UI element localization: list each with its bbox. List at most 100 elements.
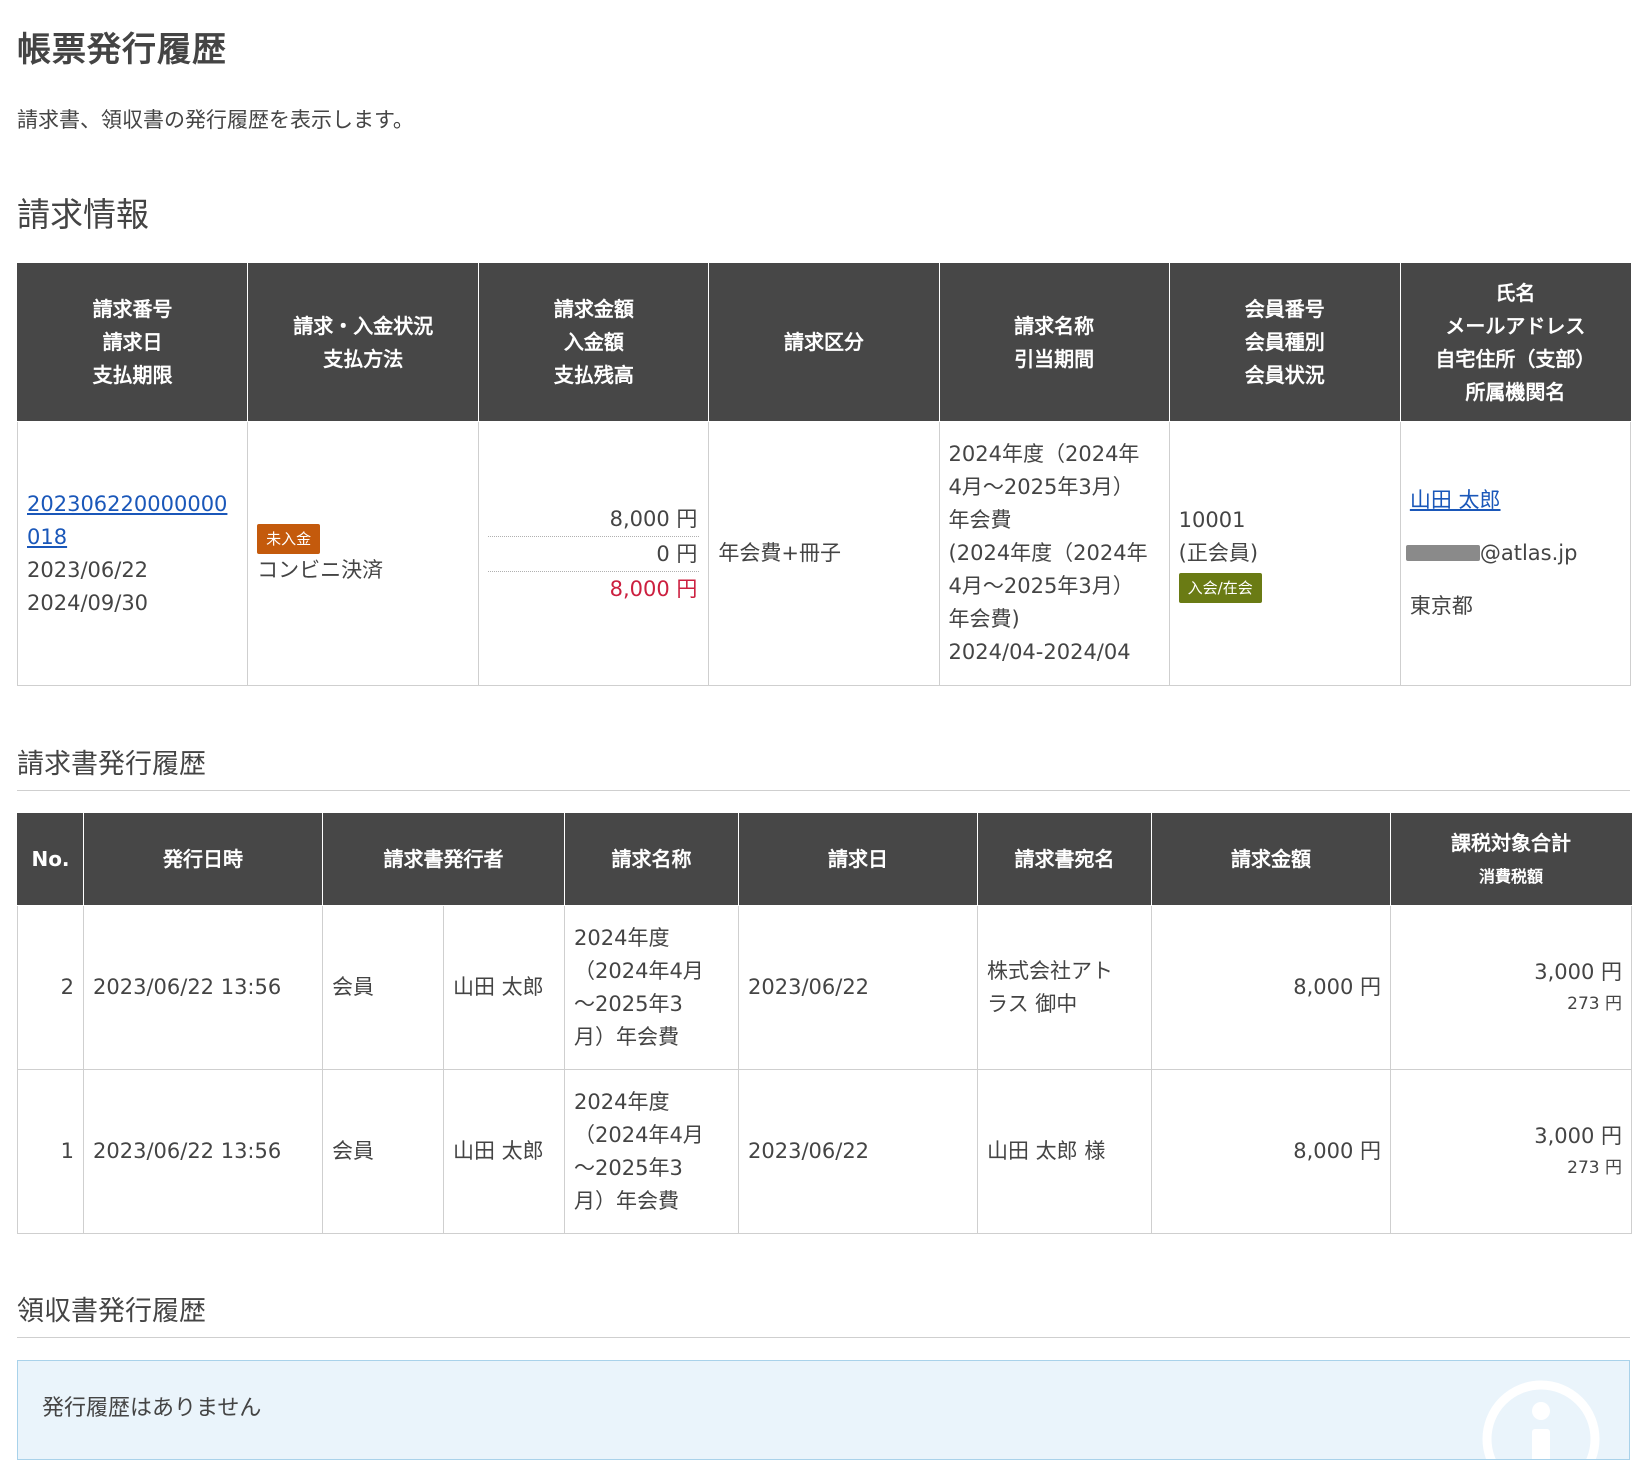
issuer-type: 会員	[322, 905, 444, 1070]
invoice-history-table: No. 発行日時 請求書発行者 請求名称 請求日 請求書宛名 請求金額 課税対象…	[17, 813, 1632, 1234]
member-number: 10001	[1178, 508, 1246, 532]
billing-row: 202306220000000 018 2023/06/22 2024/09/3…	[16, 421, 1632, 686]
allocation-period: 2024/04-2024/04	[948, 640, 1131, 664]
billing-name-cell: 2024年度（2024年 4月～2025年3月） 年会費 (2024年度（202…	[938, 421, 1170, 686]
header-line: 支払期限	[92, 363, 173, 387]
addressee-line: 山田 太郎 様	[987, 1139, 1106, 1163]
unpaid-status-badge: 未入金	[257, 523, 321, 554]
receipt-empty-message: 発行履歴はありません	[42, 1396, 262, 1421]
payment-method: コンビニ決済	[257, 557, 384, 582]
header-billing-name: 請求名称	[564, 813, 739, 906]
invoice-date: 2023/06/22	[27, 557, 149, 582]
billing-name-line: （2024年4月	[574, 958, 704, 983]
paid-amount: 0 円	[488, 537, 700, 572]
amounts-cell: 8,000 円 0 円 8,000 円	[478, 421, 710, 686]
issued-at: 2023/06/22 13:56	[83, 905, 323, 1070]
billing-date: 2023/06/22	[738, 905, 978, 1070]
billing-name-line: ～2025年3	[574, 1155, 683, 1180]
addressee: 株式会社アト ラス 御中	[977, 905, 1152, 1070]
person-name-link[interactable]: 山田 太郎	[1410, 488, 1501, 512]
billing-name-line: ～2025年3	[574, 991, 683, 1016]
addressee-line: ラス 御中	[987, 991, 1078, 1016]
issued-at: 2023/06/22 13:56	[83, 1069, 323, 1234]
header-line: 引当期間	[1014, 346, 1095, 371]
billing-name-line: 年会費	[948, 508, 1012, 532]
header-line: 支払残高	[553, 363, 634, 387]
header-line: メールアドレス	[1445, 313, 1586, 338]
billing-name-line: 4月～2025年3月）	[948, 574, 1134, 598]
header-billing-date: 請求日	[738, 813, 978, 906]
invoice-number-cell: 202306220000000 018 2023/06/22 2024/09/3…	[16, 421, 249, 686]
billing-name-line: 月）年会費	[574, 1188, 679, 1213]
header-line: 請求番号	[92, 297, 173, 321]
tax-cell: 3,000 円 273 円	[1390, 1069, 1632, 1234]
issuer-name: 山田 太郎	[443, 905, 565, 1070]
header-amounts: 請求金額 入金額 支払残高	[478, 263, 710, 422]
receipt-empty-alert: 発行履歴はありません	[17, 1360, 1630, 1460]
billing-name: 2024年度 （2024年4月 ～2025年3 月）年会費	[564, 905, 739, 1070]
billing-info-table: 請求番号 請求日 支払期限 請求・入金状況 支払方法 請求金額 入金額 支払残高…	[16, 263, 1632, 686]
billing-name-line: 2024年度	[574, 1089, 670, 1114]
header-line: 自宅住所（支部）	[1435, 346, 1596, 371]
info-icon	[1482, 1380, 1600, 1459]
billing-date: 2023/06/22	[738, 1069, 978, 1234]
taxable-total: 3,000 円	[1534, 960, 1622, 984]
member-status-badge: 入会/在会	[1178, 573, 1262, 603]
invoice-number-part: 018	[27, 524, 68, 549]
invoice-history-header-row: No. 発行日時 請求書発行者 請求名称 請求日 請求書宛名 請求金額 課税対象…	[17, 813, 1632, 906]
member-cell: 10001 (正会員) 入会/在会	[1168, 421, 1401, 686]
table-row: 1 2023/06/22 13:56 会員 山田 太郎 2024年度 （2024…	[17, 1069, 1632, 1234]
page-title: 帳票発行履歴	[17, 30, 227, 70]
invoice-number-link[interactable]: 202306220000000 018	[27, 492, 227, 549]
header-line: 氏名	[1495, 280, 1536, 305]
billing-category: 年会費+冊子	[718, 541, 842, 565]
header-amount: 請求金額	[1151, 813, 1391, 906]
header-invoice-number: 請求番号 請求日 支払期限	[16, 263, 249, 422]
header-addressee: 請求書宛名	[977, 813, 1152, 906]
header-line: 会員種別	[1244, 330, 1325, 354]
billing-name-line: 2024年度	[574, 925, 670, 950]
billing-name-line: (2024年度（2024年	[948, 541, 1148, 565]
issuer-name: 山田 太郎	[443, 1069, 565, 1234]
tax-amount: 273 円	[1567, 1158, 1622, 1178]
header-tax-amount: 消費税額	[1478, 866, 1543, 886]
header-line: 請求日	[102, 330, 163, 354]
tax-cell: 3,000 円 273 円	[1390, 905, 1632, 1070]
header-issuer: 請求書発行者	[322, 813, 565, 906]
invoice-number-part: 202306220000000	[27, 491, 228, 516]
billing-name-line: （2024年4月	[574, 1122, 704, 1147]
home-address: 東京都	[1409, 594, 1473, 618]
billing-name-line: 年会費)	[948, 607, 1020, 631]
issuer-type: 会員	[322, 1069, 444, 1234]
billed-amount: 8,000 円	[488, 502, 700, 537]
header-issued-at: 発行日時	[83, 813, 323, 906]
addressee-line: 株式会社アト	[987, 958, 1113, 983]
invoice-history-section-title: 請求書発行履歴	[17, 742, 1630, 791]
email-domain: @atlas.jp	[1479, 541, 1578, 565]
header-line: 入金額	[563, 330, 624, 354]
header-no: No.	[17, 813, 84, 906]
header-category: 請求区分	[708, 263, 940, 422]
row-no: 1	[17, 1069, 84, 1234]
redacted-email-mask	[1405, 545, 1480, 561]
header-line: 請求金額	[553, 297, 634, 321]
taxable-total: 3,000 円	[1534, 1124, 1622, 1148]
header-line: 所属機関名	[1465, 379, 1566, 404]
billing-name-line: 月）年会費	[574, 1024, 679, 1049]
balance-amount: 8,000 円	[609, 576, 698, 601]
invoice-amount: 8,000 円	[1151, 1069, 1391, 1234]
header-line: 会員番号	[1244, 297, 1325, 321]
page-description: 請求書、領収書の発行履歴を表示します。	[17, 108, 414, 132]
person-cell: 山田 太郎 @atlas.jp 東京都	[1399, 421, 1632, 686]
header-member: 会員番号 会員種別 会員状況	[1168, 263, 1401, 422]
invoice-amount: 8,000 円	[1151, 905, 1391, 1070]
receipt-history-section-title: 領収書発行履歴	[17, 1289, 1630, 1338]
tax-amount: 273 円	[1567, 994, 1622, 1014]
header-payment-status: 請求・入金状況 支払方法	[247, 263, 480, 422]
member-type: (正会員)	[1178, 541, 1259, 565]
header-line: 支払方法	[323, 346, 404, 371]
payment-status-cell: 未入金 コンビニ決済	[247, 421, 480, 686]
header-billing-name: 請求名称 引当期間	[938, 263, 1170, 422]
billing-name-line: 2024年度（2024年	[948, 442, 1140, 466]
billing-header-row: 請求番号 請求日 支払期限 請求・入金状況 支払方法 請求金額 入金額 支払残高…	[16, 263, 1632, 422]
